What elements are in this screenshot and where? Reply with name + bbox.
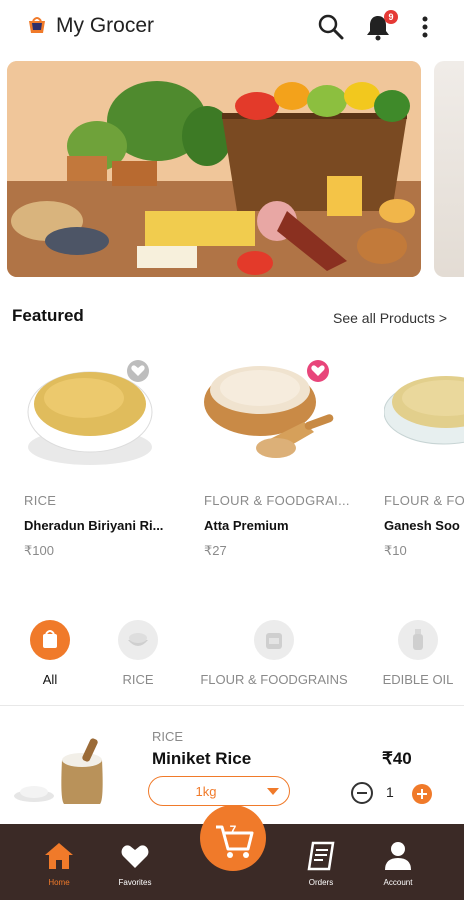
grocer-logo-icon [29, 17, 45, 33]
oil-bottle-icon [398, 620, 438, 660]
category-label: RICE [122, 672, 154, 687]
product-card[interactable]: RICE Dheradun Biriyani Ri... ₹100 [24, 352, 196, 572]
promo-banner[interactable] [7, 61, 421, 277]
category-label: All [42, 672, 58, 687]
nav-label: Account [383, 878, 413, 887]
category-tab-flour[interactable]: FLOUR & FOODGRAINS [198, 620, 350, 690]
favorite-heart-icon[interactable] [127, 360, 149, 382]
product-card[interactable]: FLOUR & FO Ganesh Soo ₹10 [384, 352, 464, 572]
increase-quantity-button[interactable] [412, 784, 432, 804]
shopping-bag-icon [30, 620, 70, 660]
see-all-products-link[interactable]: See all Products > [333, 310, 447, 326]
category-tab-all[interactable]: All [30, 620, 70, 690]
orders-receipt-icon [307, 841, 335, 871]
miniket-rice-image[interactable] [12, 730, 112, 810]
quantity-value: 1 [386, 784, 394, 800]
weight-value: 1kg [195, 784, 217, 799]
app-title: My Grocer [56, 14, 155, 37]
shopping-cart-icon [216, 825, 254, 858]
nav-orders[interactable]: Orders [286, 824, 356, 900]
notification-count-badge: 9 [384, 10, 398, 24]
item-price: ₹40 [382, 749, 412, 768]
grocery-banner-image [7, 61, 421, 277]
nav-favorites[interactable]: Favorites [100, 824, 170, 900]
favorite-heart-icon-active[interactable] [307, 360, 329, 382]
product-card[interactable]: FLOUR & FOODGRAI... Atta Premium ₹27 [204, 352, 376, 572]
product-category: FLOUR & FO [384, 493, 464, 508]
product-name: Ganesh Soo [384, 518, 460, 533]
category-tab-edible-oil[interactable]: EDIBLE OIL [380, 620, 456, 690]
category-label: FLOUR & FOODGRAINS [200, 672, 348, 687]
product-name: Atta Premium [204, 518, 289, 533]
heart-icon [121, 845, 149, 868]
nav-label: Home [48, 878, 70, 887]
home-icon [45, 843, 73, 869]
item-name: Miniket Rice [152, 749, 252, 768]
nav-home[interactable]: Home [24, 824, 94, 900]
divider [0, 705, 464, 706]
product-category: RICE [24, 493, 57, 508]
product-name: Dheradun Biriyani Ri... [24, 518, 164, 533]
product-category: FLOUR & FOODGRAI... [204, 493, 350, 508]
nav-label: Orders [308, 878, 334, 887]
cart-count: 7 [229, 823, 237, 837]
product-price: ₹27 [204, 543, 227, 558]
rice-bowl-icon [118, 620, 158, 660]
atta-flour-image [204, 366, 334, 458]
chevron-down-icon [267, 788, 279, 795]
nav-label: Favorites [118, 878, 152, 887]
flour-sack-icon [254, 620, 294, 660]
product-price: ₹100 [24, 543, 54, 558]
search-icon[interactable] [316, 12, 346, 42]
account-person-icon [385, 842, 411, 870]
cart-button[interactable]: 7 [200, 805, 266, 871]
category-label: EDIBLE OIL [382, 672, 454, 687]
next-banner-peek[interactable] [434, 61, 464, 277]
category-tab-rice[interactable]: RICE [108, 620, 168, 690]
more-options-icon[interactable] [410, 12, 440, 42]
top-app-bar: My Grocer 9 [0, 0, 464, 56]
biriyani-rice-image [27, 371, 153, 465]
weight-dropdown[interactable]: 1kg [148, 776, 290, 806]
featured-heading: Featured [12, 306, 84, 325]
sooji-image [384, 376, 464, 445]
nav-account[interactable]: Account [363, 824, 433, 900]
decrease-quantity-button[interactable] [351, 782, 373, 804]
product-price: ₹10 [384, 543, 407, 558]
item-category: RICE [152, 729, 184, 744]
